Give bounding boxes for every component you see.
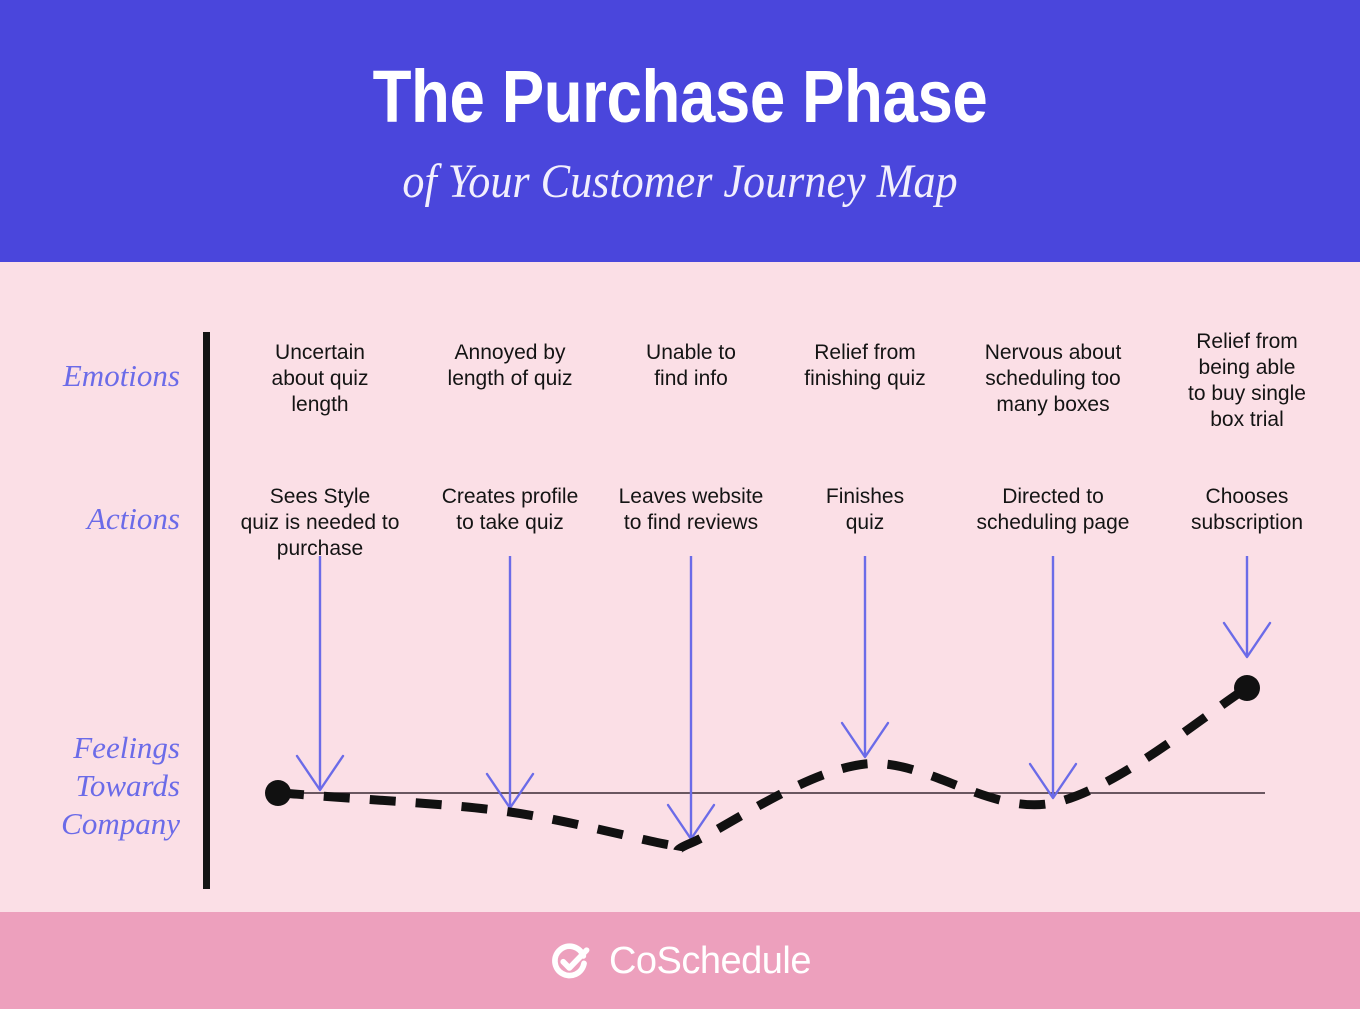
action-text-5: Directed to scheduling page [976,485,1130,534]
coschedule-wordmark: CoSchedule [608,939,812,982]
emotion-text-5: Nervous about scheduling too many boxes [984,341,1122,416]
infographic-root: The Purchase Phase of Your Customer Jour… [0,0,1360,1009]
row-label-emotions: Emotions [62,358,180,393]
action-text-6: Chooses subscription [1190,485,1304,534]
header-banner: The Purchase Phase of Your Customer Jour… [0,0,1360,262]
emotion-text-1: Uncertain about quiz length [271,341,369,416]
vertical-axis [203,332,210,889]
row-label-feelings: Feelings Towards Company [61,730,180,841]
page-subtitle: of Your Customer Journey Map [402,155,958,208]
coschedule-check-circle-icon [552,942,590,978]
row-label-actions: Actions [87,501,180,536]
action-text-3: Leaves website to find reviews [618,485,764,534]
emotion-text-6: Relief from being able to buy single box tr… [1188,330,1306,431]
action-text-2: Creates profile to take quiz [441,485,579,534]
page-title: The Purchase Phase [372,55,988,138]
emotion-text-3: Unable to find info [646,341,736,390]
emotion-text-2: Annoyed by length of quiz [447,341,573,390]
emotion-text-4: Relief from finishing quiz [804,341,926,390]
action-text-1: Sees Style quiz is needed to purchase [240,485,400,560]
action-text-4: Finishes quiz [825,485,905,534]
footer-bar: CoSchedule [0,912,1360,1009]
